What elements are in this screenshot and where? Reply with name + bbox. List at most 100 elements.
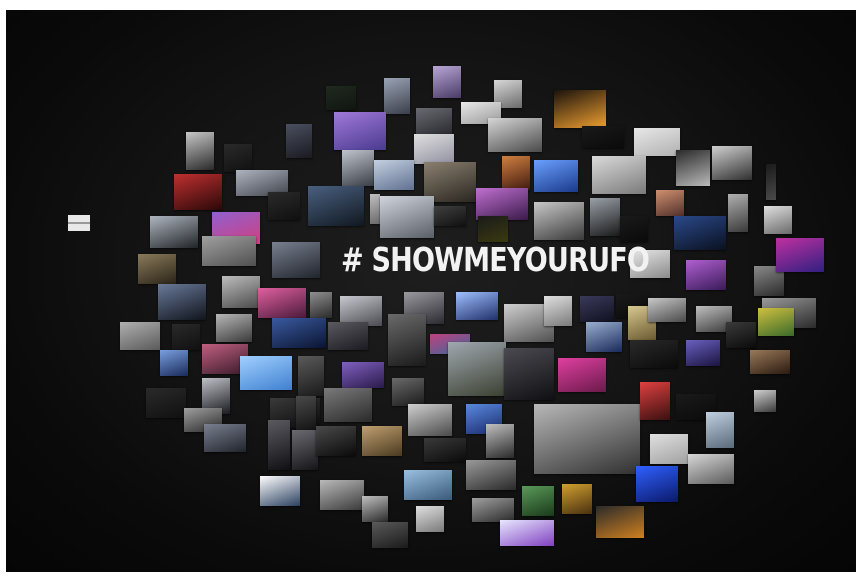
collage-photo [758,308,794,336]
collage-photo [656,190,684,216]
collage-photo [320,480,364,510]
collage-photo [416,506,444,532]
collage-photo [590,198,620,236]
collage-photo [388,314,426,366]
collage-photo [222,276,260,308]
collage-photo [362,426,402,456]
collage-photo [596,506,644,538]
collage-photo [676,150,710,186]
collage-photo [750,350,790,374]
collage-photo [272,242,320,278]
collage-photo [362,496,388,522]
collage-photo [404,470,452,500]
collage-photo [150,216,198,248]
collage-photo [172,324,200,350]
collage-photo [534,160,578,192]
collage-photo [268,420,290,470]
collage-photo [186,132,214,170]
collage-photo [342,150,374,186]
collage-photo [296,396,316,432]
collage-photo [472,498,514,522]
collage-photo [326,86,356,110]
collage-photo [120,322,160,350]
collage-photo [764,206,792,234]
collage-photo [324,388,372,422]
collage-photo [502,156,530,190]
collage-photo [272,318,326,348]
collage-photo [636,466,678,502]
collage-photo [620,216,648,242]
collage-photo [674,216,726,250]
collage-photo [372,522,408,548]
collage-photo [342,362,384,388]
collage-photo [138,254,176,284]
collage-photo [424,438,466,462]
collage-photo [204,424,246,452]
collage-photo [258,288,306,318]
collage-photo [592,156,646,194]
collage-photo [466,460,516,490]
collage-photo [726,322,756,348]
collage-photo [334,112,386,150]
collage-photo [316,426,356,456]
collage-photo [414,134,454,164]
collage-photo [486,424,514,458]
collage-photo [308,186,364,226]
collage-photo [392,378,424,406]
collage-photo [202,236,256,266]
collage-photo [434,206,466,226]
collage-photo [240,356,292,390]
collage-photo [216,314,252,342]
collage-photo [580,296,614,322]
collage-photo [146,388,186,418]
collage-photo [158,284,206,320]
collage-photo [478,216,508,242]
collage-photo [706,412,734,448]
collage-photo [728,194,748,232]
collage-photo [328,322,368,350]
collage-photo [298,356,324,396]
collage-photo [640,382,670,420]
collage-photo [754,390,776,412]
collage-photo [268,192,300,220]
collage-photo [766,164,776,200]
collage-photo [634,128,680,156]
collage-photo [448,342,506,396]
collage-photo [384,78,410,114]
collage-photo [310,292,332,318]
collage-photo [776,238,824,272]
collage-photo [380,196,434,238]
collage-photo [630,340,678,368]
collage-photo [534,202,584,240]
collage-photo [686,340,720,366]
collage-photo [558,358,606,392]
collage-photo [374,160,414,190]
collage-photo [688,454,734,484]
collage-photo [370,194,380,224]
collage-photo [686,260,726,290]
collage-photo [650,434,688,464]
collage-photo [408,404,452,436]
collage-photo [292,430,318,470]
collage-photo [286,124,312,158]
collage-photo [260,476,300,506]
collage-photo [582,126,624,148]
collage-photo [544,296,572,326]
collage-photo [534,404,640,474]
collage-photo [456,292,498,320]
collage-photo [504,348,554,400]
wall-sign [68,215,90,231]
collage-photo [522,486,554,516]
collage-photo [500,520,554,546]
collage-photo [174,174,222,210]
collage-photo [586,322,622,352]
collage-photo [433,66,461,98]
exhibition-wall-photo: # SHOWMEYOURUFO [6,10,856,572]
collage-photo [648,298,686,322]
hashtag-title: # SHOWMEYOURUFO [341,240,650,279]
collage-photo [554,90,606,128]
collage-photo [224,144,252,172]
collage-photo [712,146,752,180]
collage-photo [416,108,452,134]
collage-photo [160,350,188,376]
